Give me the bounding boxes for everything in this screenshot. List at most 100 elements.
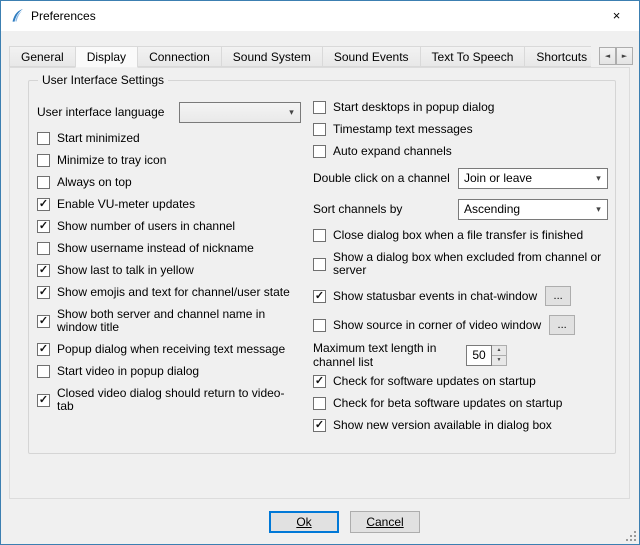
- checkbox-label: Popup dialog when receiving text message: [57, 343, 285, 356]
- spin-up-button[interactable]: ▲: [492, 345, 507, 356]
- checkbox[interactable]: ✓: [37, 286, 50, 299]
- checkbox-label: Show new version available in dialog box: [333, 419, 552, 432]
- cancel-button[interactable]: Cancel: [350, 511, 420, 533]
- checkbox[interactable]: [313, 397, 326, 410]
- checkbox-label: Minimize to tray icon: [57, 154, 166, 167]
- tab-connection[interactable]: Connection: [137, 46, 222, 67]
- ok-button[interactable]: Ok: [269, 511, 339, 533]
- group-title: User Interface Settings: [38, 73, 168, 87]
- checkbox-row-show-new-version-available-in-dialog-box[interactable]: ✓ Show new version available in dialog bo…: [313, 419, 608, 432]
- checkbox[interactable]: [37, 242, 50, 255]
- checkbox[interactable]: [313, 319, 326, 332]
- video-source-corner-button[interactable]: ...: [549, 315, 575, 335]
- checkbox-row-show-number-of-users-in-channel[interactable]: ✓Show number of users in channel: [37, 220, 301, 233]
- checkbox[interactable]: ✓: [37, 198, 50, 211]
- checkbox-label: Show last to talk in yellow: [57, 264, 194, 277]
- checkbox-label: Enable VU-meter updates: [57, 198, 195, 211]
- chevron-down-icon: ▾: [590, 204, 607, 215]
- double-click-on-channel-row: Double click on a channelJoin or leave▾: [313, 167, 608, 189]
- checkbox[interactable]: [37, 176, 50, 189]
- checkbox-row-show-source-in-corner-of-video-window[interactable]: Show source in corner of video window...: [313, 315, 608, 335]
- sort-channels-by-dropdown[interactable]: Ascending▾: [458, 199, 608, 220]
- checkbox[interactable]: ✓: [313, 290, 326, 303]
- checkbox-label: Start desktops in popup dialog: [333, 101, 494, 114]
- checkbox[interactable]: ✓: [37, 343, 50, 356]
- checkbox-label: Start minimized: [57, 132, 140, 145]
- checkbox-row-check-for-beta-software-updates-on-start[interactable]: Check for beta software updates on start…: [313, 397, 608, 410]
- window-title: Preferences: [31, 9, 594, 23]
- spin-down-button[interactable]: ▼: [492, 356, 507, 366]
- checkbox-row-show-username-instead-of-nickname[interactable]: Show username instead of nickname: [37, 242, 301, 255]
- tab-text-to-speech[interactable]: Text To Speech: [420, 46, 526, 67]
- max-text-length-spinner[interactable]: 50▲▼: [466, 345, 507, 366]
- checkbox-row-always-on-top[interactable]: Always on top: [37, 176, 301, 189]
- app-icon: [9, 8, 25, 24]
- checkbox-label: Close dialog box when a file transfer is…: [333, 229, 583, 242]
- preferences-window: Preferences × GeneralDisplayConnectionSo…: [0, 0, 640, 545]
- checkbox[interactable]: ✓: [37, 315, 50, 328]
- checkbox-row-show-both-server-and-channel-name-in-win[interactable]: ✓Show both server and channel name in wi…: [37, 308, 301, 334]
- arrow-right-icon: ►: [622, 52, 627, 60]
- checkbox-row-check-for-software-updates-on-startup[interactable]: ✓Check for software updates on startup: [313, 375, 608, 388]
- checkbox-row-show-a-dialog-box-when-excluded-from-cha[interactable]: Show a dialog box when excluded from cha…: [313, 251, 608, 277]
- checkbox-row-show-statusbar-events-in-chat-window[interactable]: ✓Show statusbar events in chat-window...: [313, 286, 608, 306]
- checkbox[interactable]: [313, 229, 326, 242]
- checkbox[interactable]: [313, 258, 326, 271]
- tab-scroll: ◄ ►: [599, 47, 633, 65]
- checkbox-row-closed-video-dialog-should-return-to-vid[interactable]: ✓Closed video dialog should return to vi…: [37, 387, 301, 413]
- left-checkbox-list: Start minimized Minimize to tray icon Alwa…: [37, 132, 301, 413]
- language-dropdown[interactable]: ▾: [179, 102, 301, 123]
- checkbox-row-start-video-in-popup-dialog[interactable]: Start video in popup dialog: [37, 365, 301, 378]
- tab-sound-events[interactable]: Sound Events: [322, 46, 421, 67]
- dropdown-value: Join or leave: [464, 171, 590, 185]
- checkbox[interactable]: ✓: [37, 220, 50, 233]
- double-click-on-channel-dropdown[interactable]: Join or leave▾: [458, 168, 608, 189]
- close-button[interactable]: ×: [594, 1, 639, 31]
- checkbox-row-minimize-to-tray-icon[interactable]: Minimize to tray icon: [37, 154, 301, 167]
- tab-shortcuts[interactable]: Shortcuts: [524, 46, 591, 67]
- dropdown-value: Ascending: [464, 202, 590, 216]
- checkbox[interactable]: [37, 154, 50, 167]
- chevron-down-icon: ▾: [590, 173, 607, 184]
- checkbox-row-show-last-to-talk-in-yellow[interactable]: ✓ Show last to talk in yellow: [37, 264, 301, 277]
- checkbox-label: Timestamp text messages: [333, 123, 473, 136]
- statusbar-events-button[interactable]: ...: [545, 286, 571, 306]
- checkbox-row-start-desktops-in-popup-dialog[interactable]: Start desktops in popup dialog: [313, 101, 608, 114]
- checkbox-row-auto-expand-channels[interactable]: Auto expand channels: [313, 145, 608, 158]
- tab-display[interactable]: Display: [75, 46, 138, 68]
- checkbox[interactable]: [313, 123, 326, 136]
- left-column: User interface language ▾ Start minimize…: [37, 101, 301, 432]
- tab-bar: GeneralDisplayConnectionSound SystemSoun…: [9, 46, 591, 68]
- checkbox-row-show-emojis-and-text-for-channel-user-st[interactable]: ✓ Show emojis and text for channel/user s…: [37, 286, 301, 299]
- checkbox[interactable]: ✓: [313, 419, 326, 432]
- checkbox[interactable]: ✓: [313, 375, 326, 388]
- tab-scroll-left-button[interactable]: ◄: [599, 47, 616, 65]
- checkbox-row-timestamp-text-messages[interactable]: Timestamp text messages: [313, 123, 608, 136]
- tab-scroll-right-button[interactable]: ►: [616, 47, 633, 65]
- checkbox-label: Show source in corner of video window: [333, 319, 541, 332]
- checkbox[interactable]: [313, 145, 326, 158]
- checkbox[interactable]: [37, 365, 50, 378]
- checkbox-row-enable-vu-meter-updates[interactable]: ✓ Enable VU-meter updates: [37, 198, 301, 211]
- resize-grip[interactable]: [624, 529, 637, 542]
- checkbox[interactable]: ✓: [37, 264, 50, 277]
- tab-page-display: User Interface Settings User interface l…: [9, 67, 630, 499]
- tab-general[interactable]: General: [9, 46, 76, 67]
- close-icon: ×: [613, 8, 621, 23]
- checkbox-row-close-dialog-box-when-a-file-transfer-is[interactable]: Close dialog box when a file transfer is…: [313, 229, 608, 242]
- field-label: Double click on a channel: [313, 171, 458, 185]
- checkbox-label: Show username instead of nickname: [57, 242, 254, 255]
- checkbox[interactable]: [37, 132, 50, 145]
- checkbox-row-popup-dialog-when-receiving-text-message[interactable]: ✓ Popup dialog when receiving text messag…: [37, 343, 301, 356]
- checkbox[interactable]: ✓: [37, 394, 50, 407]
- tab-sound-system[interactable]: Sound System: [221, 46, 323, 67]
- user-interface-settings-group: User Interface Settings User interface l…: [28, 80, 616, 454]
- language-label: User interface language: [37, 105, 179, 119]
- checkbox-row-start-minimized[interactable]: Start minimized: [37, 132, 301, 145]
- checkbox-label: Start video in popup dialog: [57, 365, 199, 378]
- spin-arrows: ▲▼: [492, 345, 507, 366]
- checkbox-label: Always on top: [57, 176, 132, 189]
- checkbox-label: Show emojis and text for channel/user st…: [57, 286, 290, 299]
- checkbox[interactable]: [313, 101, 326, 114]
- max-text-length-input[interactable]: 50: [466, 345, 492, 366]
